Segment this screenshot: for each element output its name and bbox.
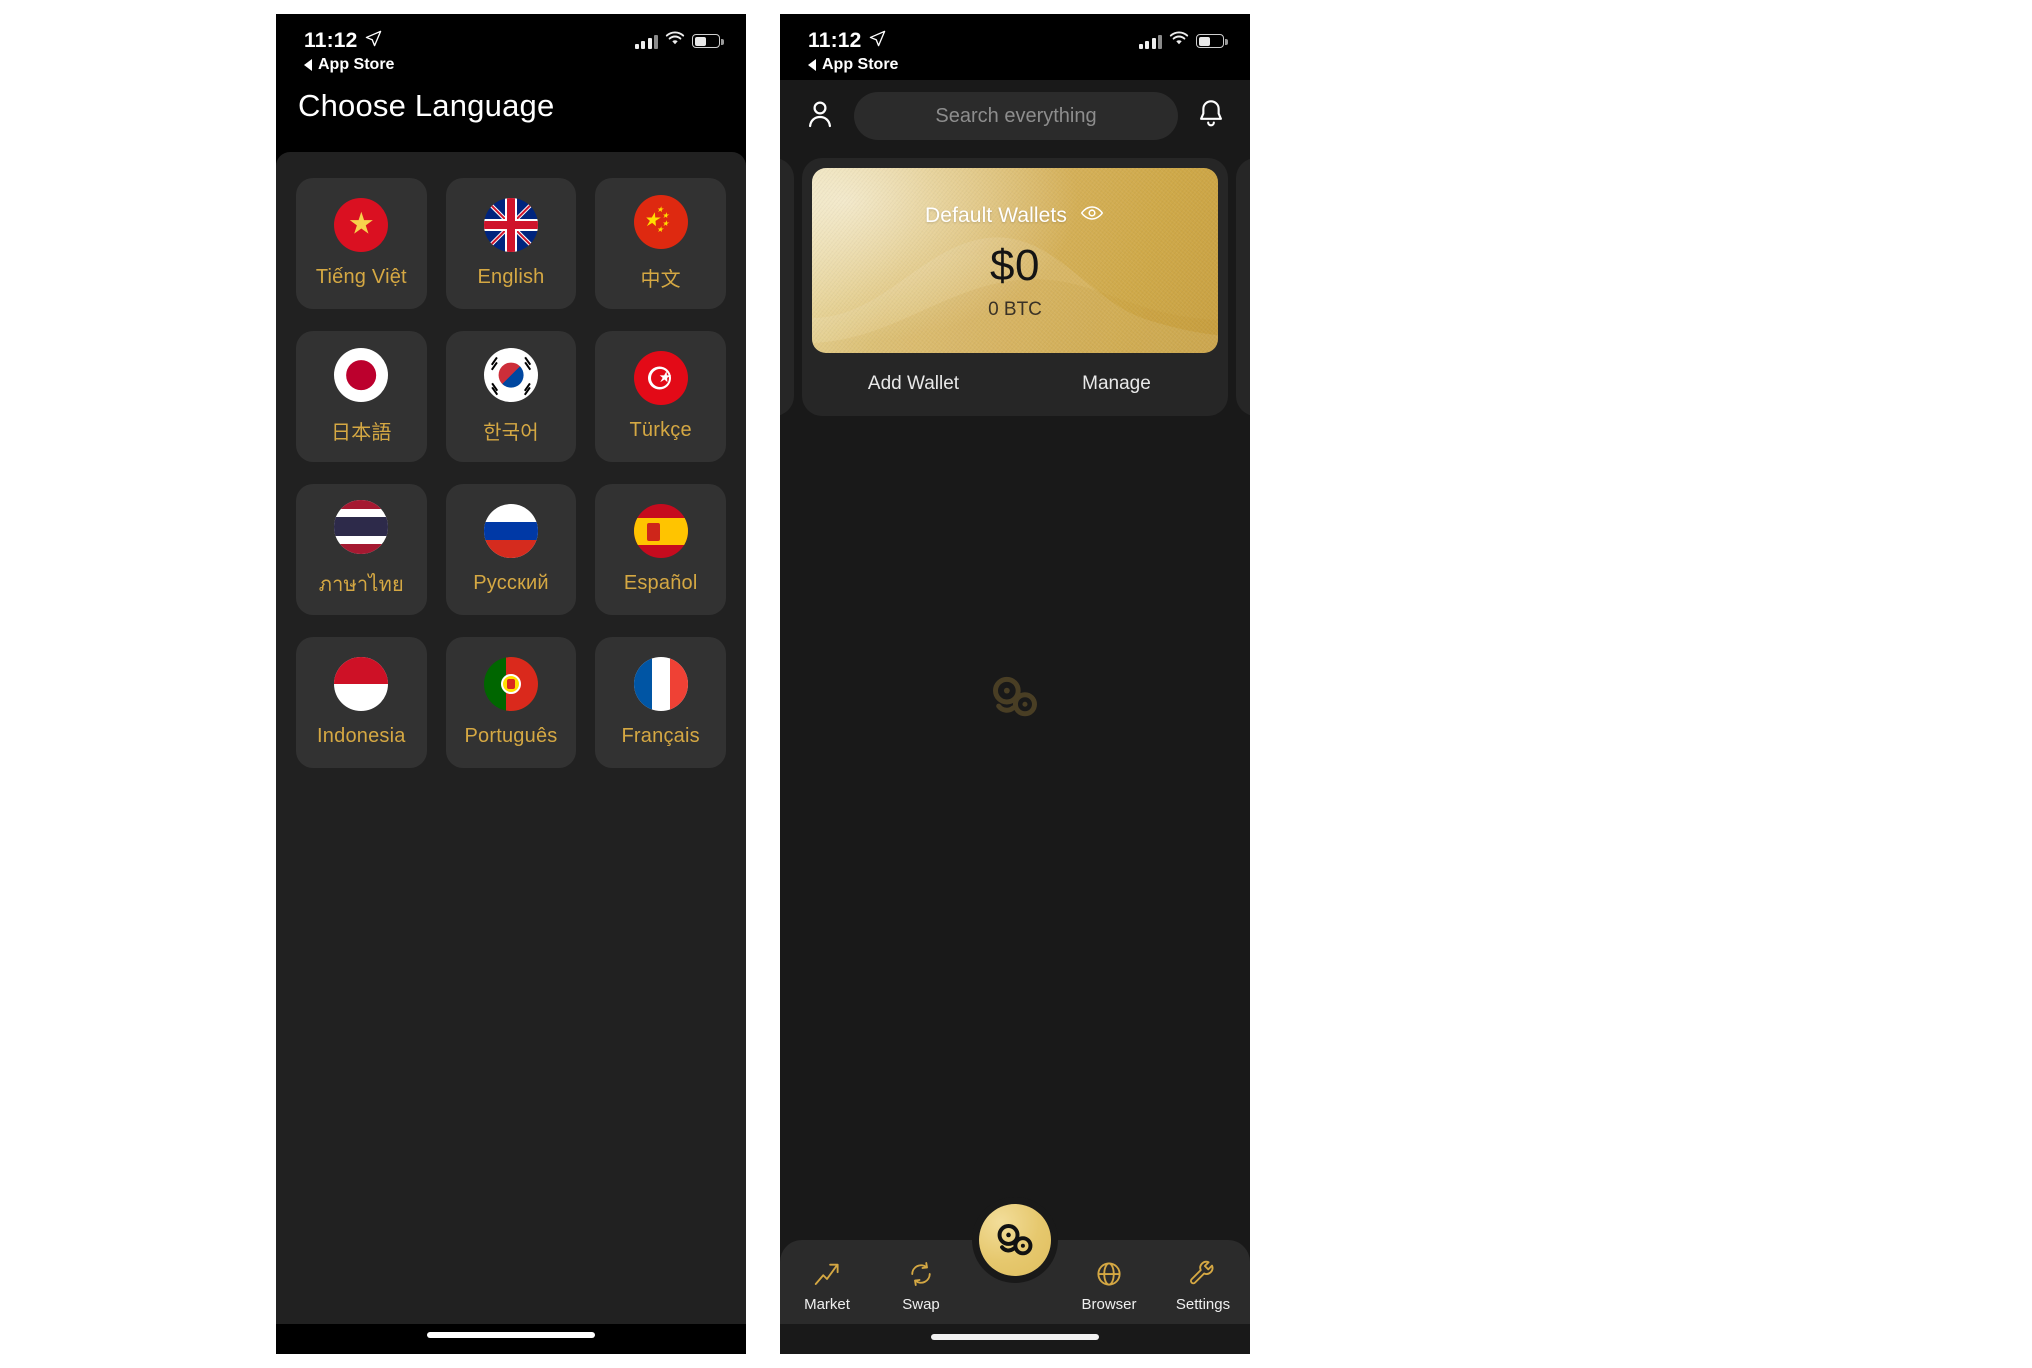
bell-icon[interactable] [1194, 97, 1228, 136]
flag-spain-icon [633, 504, 688, 558]
wallet-header: Search everything [780, 80, 1250, 154]
tab-label: Market [804, 1296, 850, 1313]
language-label: Français [621, 725, 700, 747]
app-logo-fab-button[interactable] [979, 1204, 1051, 1276]
home-indicator [931, 1334, 1099, 1340]
market-icon [812, 1259, 842, 1289]
tab-label: Swap [902, 1296, 940, 1313]
wallet-carousel: Default Wallets $0 0 BTC Add Wallet Mana… [780, 158, 1250, 416]
wallet-title-row: Default Wallets [925, 200, 1105, 231]
wallet-actions: Add Wallet Manage [812, 353, 1218, 415]
status-time: 11:12 [808, 29, 862, 52]
screenshot-canvas: 11:12 App Store Choose Language ★ Tiếng … [0, 0, 2032, 1368]
wrench-icon [1188, 1259, 1218, 1289]
tab-browser[interactable]: Browser [1062, 1259, 1156, 1313]
tab-label: Settings [1175, 1296, 1231, 1313]
language-label: Español [623, 572, 698, 594]
wallet-title: Default Wallets [925, 203, 1067, 227]
language-card-korean[interactable]: 한국어 [445, 331, 577, 462]
manage-button[interactable]: Manage [1015, 353, 1218, 415]
tab-label: Browser [1081, 1296, 1137, 1313]
status-bar-right: 11:12 [780, 14, 1250, 60]
status-left-group: 11:12 [304, 29, 382, 53]
language-panel: ★ Tiếng Việt English ★ ★ ★ ★ ★ 中文 日本語 한국… [276, 152, 746, 1324]
language-label: 日本語 [331, 422, 392, 444]
language-card-english[interactable]: English [445, 178, 577, 309]
tab-settings[interactable]: Settings [1156, 1259, 1250, 1313]
globe-icon [1094, 1259, 1124, 1289]
tab-market[interactable]: Market [780, 1259, 874, 1313]
language-card-japanese[interactable]: 日本語 [296, 331, 427, 462]
language-label: Português [464, 725, 558, 747]
language-card-spanish[interactable]: Español [595, 484, 726, 615]
flag-indonesia-icon [334, 657, 389, 711]
wifi-icon [665, 31, 685, 51]
flag-russia-icon [483, 504, 538, 558]
status-time: 11:12 [304, 29, 358, 52]
wallet-balance-card[interactable]: Default Wallets $0 0 BTC [812, 168, 1218, 353]
cellular-signal-icon [634, 34, 658, 49]
language-card-russian[interactable]: Русский [445, 484, 577, 615]
wifi-icon [1169, 31, 1189, 51]
language-card-portuguese[interactable]: Português [445, 637, 577, 768]
wallet-card-peek-right[interactable] [1236, 158, 1250, 416]
person-icon[interactable] [802, 96, 838, 137]
language-label: English [477, 266, 545, 288]
flag-south-korea-icon [483, 348, 538, 402]
app-logo-icon-watermark [986, 668, 1044, 726]
language-label: Indonesia [317, 725, 406, 747]
phone-screen-choose-language: 11:12 App Store Choose Language ★ Tiếng … [276, 14, 746, 1354]
eye-icon[interactable] [1079, 200, 1105, 231]
wallet-card-peek-left[interactable] [780, 158, 794, 416]
flag-vietnam-icon: ★ [334, 198, 389, 252]
app-logo-icon [997, 1224, 1033, 1256]
tab-swap[interactable]: Swap [874, 1259, 968, 1313]
search-placeholder: Search everything [935, 104, 1097, 127]
battery-icon [692, 34, 724, 48]
search-input[interactable]: Search everything [854, 92, 1178, 140]
back-triangle-icon [808, 59, 816, 71]
language-label: Русский [473, 572, 549, 594]
language-label: Türkçe [629, 419, 692, 441]
language-label: Tiếng Việt [315, 266, 407, 288]
language-card-chinese[interactable]: ★ ★ ★ ★ ★ 中文 [595, 178, 726, 309]
language-card-french[interactable]: Français [595, 637, 726, 768]
language-label: 한국어 [483, 422, 539, 444]
page-title: Choose Language [298, 88, 555, 123]
status-right-group [634, 31, 724, 51]
flag-united-kingdom-icon [483, 198, 538, 252]
add-wallet-button[interactable]: Add Wallet [812, 353, 1015, 415]
status-bar-left: 11:12 [276, 14, 746, 60]
flag-turkey-icon: ★ [633, 351, 688, 405]
language-card-turkish[interactable]: ★ Türkçe [595, 331, 726, 462]
wallet-card: Default Wallets $0 0 BTC Add Wallet Mana… [802, 158, 1228, 416]
language-card-thai[interactable]: ภาษาไทย [296, 484, 427, 615]
flag-france-icon [633, 657, 688, 711]
flag-portugal-icon [483, 657, 538, 711]
battery-icon [1196, 34, 1228, 48]
flag-japan-icon [334, 348, 389, 402]
status-left-group: 11:12 [808, 29, 886, 53]
language-grid: ★ Tiếng Việt English ★ ★ ★ ★ ★ 中文 日本語 한국… [296, 178, 726, 768]
status-right-group [1138, 31, 1228, 51]
language-label: ภาษาไทย [318, 573, 404, 596]
language-label: 中文 [640, 269, 681, 291]
location-arrow-icon [365, 30, 382, 52]
flag-china-icon: ★ ★ ★ ★ ★ [633, 195, 688, 249]
back-triangle-icon [304, 59, 312, 71]
swap-icon [906, 1259, 936, 1289]
home-indicator [427, 1332, 595, 1338]
phone-screen-wallet-home: 11:12 App Store Search everything Defaul… [780, 14, 1250, 1354]
wallet-home-body: Search everything Default Wallets $0 0 B… [780, 80, 1250, 1354]
cellular-signal-icon [1138, 34, 1162, 49]
location-arrow-icon [869, 30, 886, 52]
flag-thailand-icon [334, 499, 389, 554]
language-card-indonesian[interactable]: Indonesia [296, 637, 427, 768]
wallet-sub-amount: 0 BTC [988, 299, 1042, 320]
wallet-amount: $0 [990, 241, 1040, 290]
language-card-vietnamese[interactable]: ★ Tiếng Việt [296, 178, 427, 309]
